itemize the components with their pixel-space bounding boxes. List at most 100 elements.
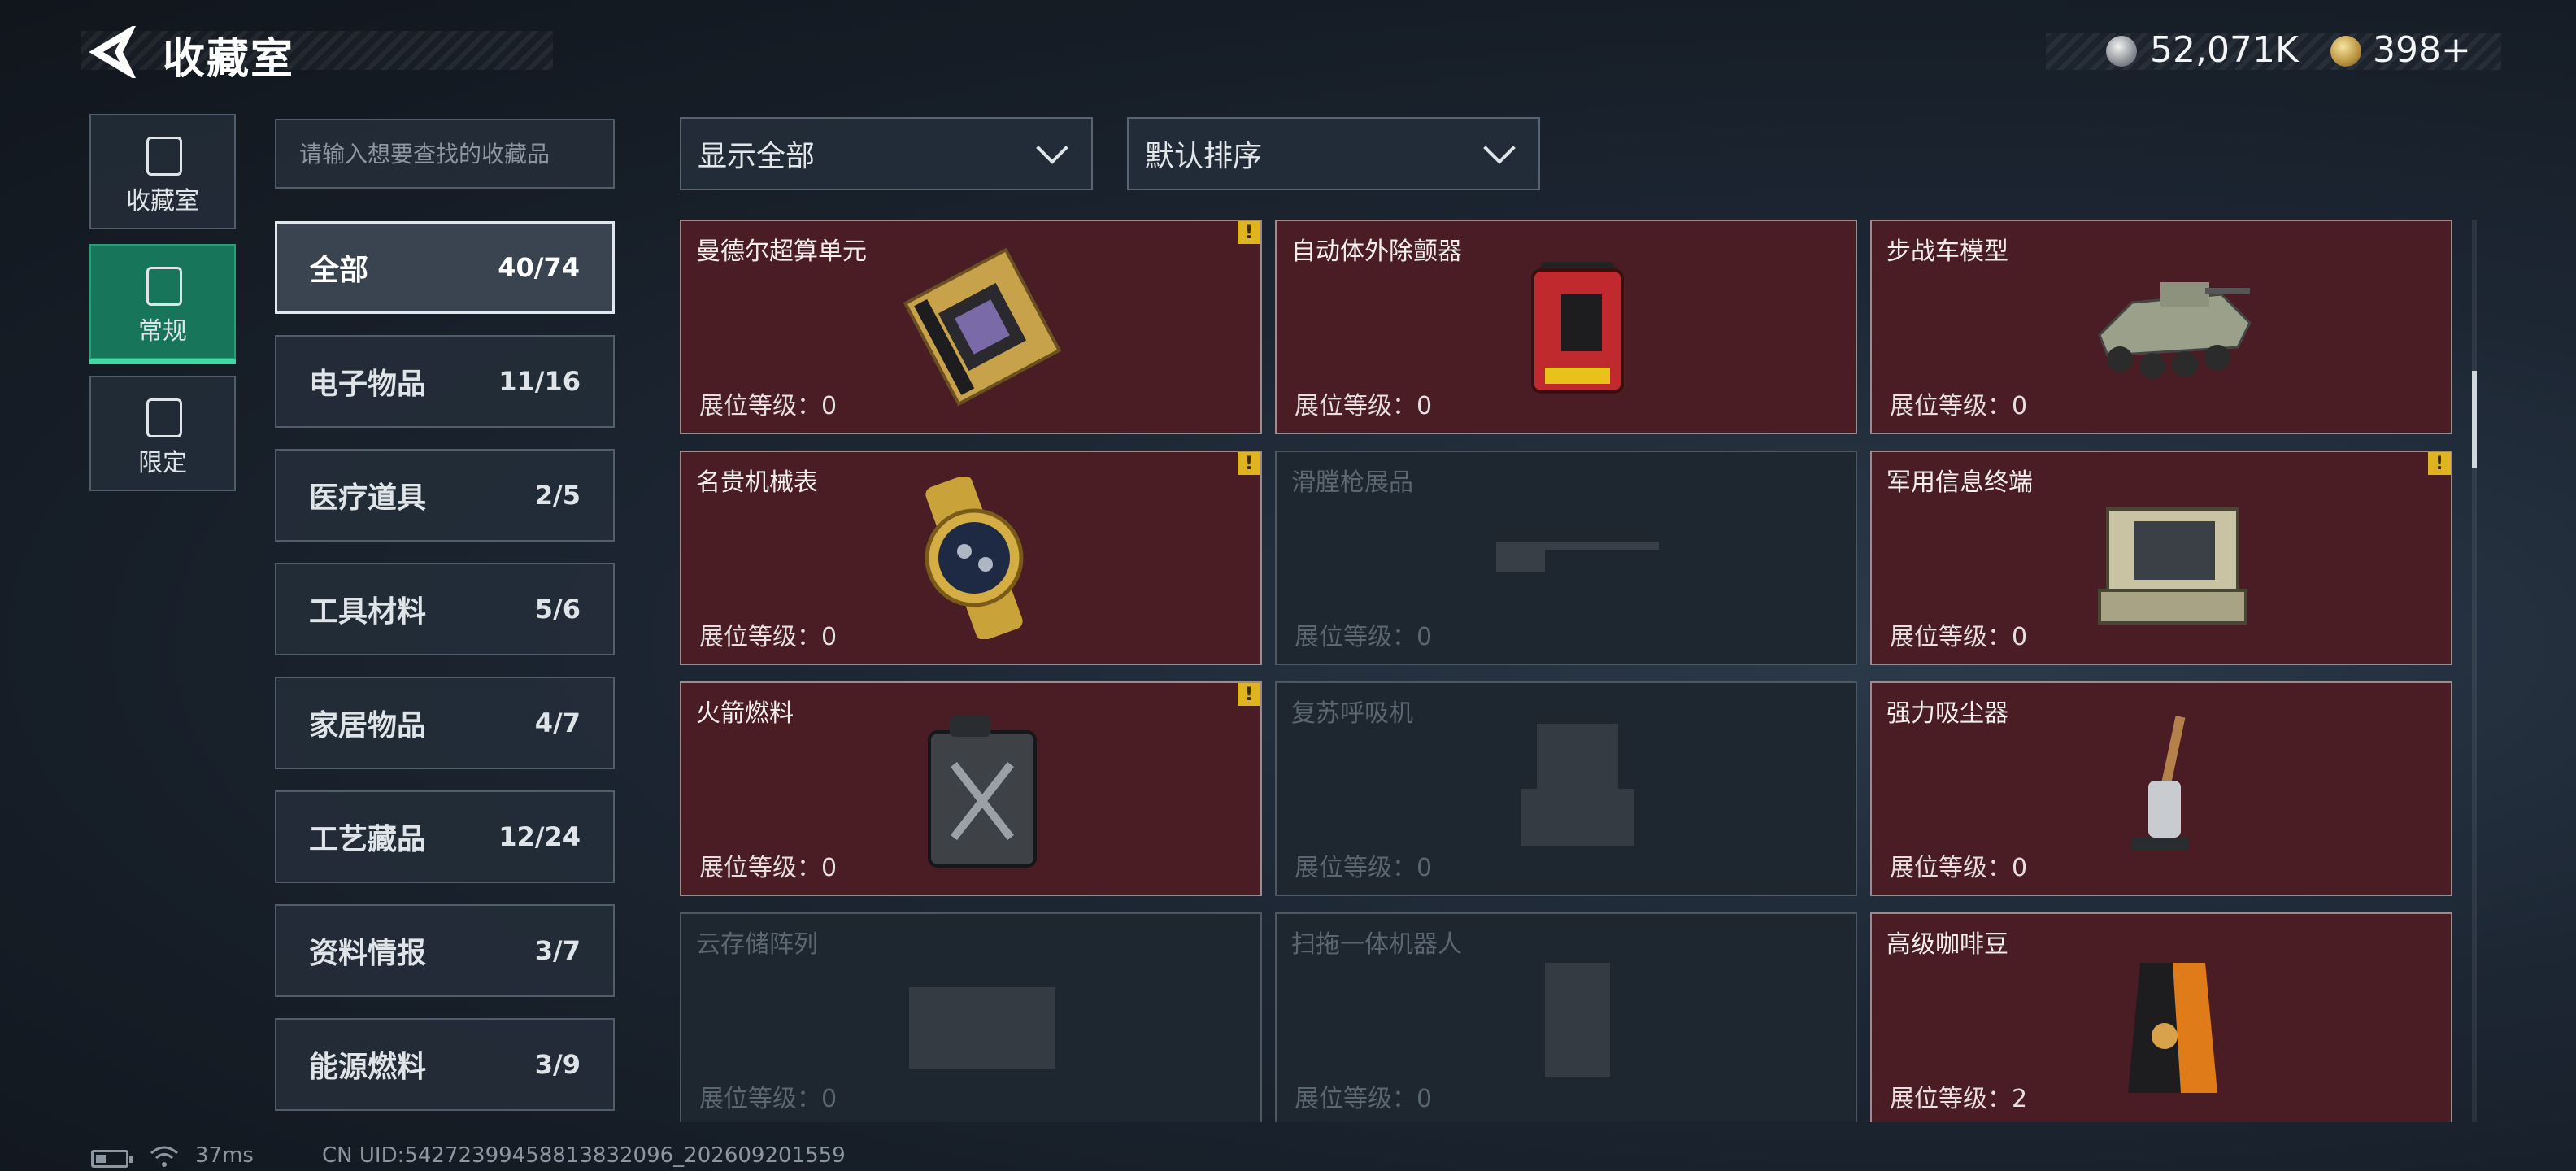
booth-level-label: 展位等级： xyxy=(1890,1085,2012,1113)
booth-level: 展位等级：0 xyxy=(699,616,837,652)
category-count: 3/9 xyxy=(534,1049,581,1080)
booth-level-label: 展位等级： xyxy=(1295,623,1416,651)
booth-level-value: 0 xyxy=(2012,392,2028,420)
booth-level-value: 0 xyxy=(821,854,838,882)
category-crafts[interactable]: 工艺藏品 12/24 xyxy=(275,790,615,883)
chevron-down-icon xyxy=(1483,132,1516,164)
silver-currency-value[interactable]: 52,071K xyxy=(2150,29,2299,71)
collectible-card[interactable]: 自动体外除颤器展位等级：0 xyxy=(1275,220,1857,434)
collectible-name: 火箭燃料 xyxy=(696,699,794,728)
collectible-card[interactable]: 曼德尔超算单元 展位等级：0! xyxy=(680,220,1262,434)
collectible-card[interactable]: 军用信息终端 展位等级：0! xyxy=(1870,451,2452,665)
category-fuel[interactable]: 能源燃料 3/9 xyxy=(275,1018,615,1111)
booth-level: 展位等级：0 xyxy=(1890,847,2027,883)
booth-level-label: 展位等级： xyxy=(1890,623,2012,651)
category-intel[interactable]: 资料情报 3/7 xyxy=(275,904,615,997)
collectible-card[interactable]: 名贵机械表展位等级：0! xyxy=(680,451,1262,665)
vnav-limited[interactable]: 限定 xyxy=(89,376,236,491)
category-all[interactable]: 全部 40/74 xyxy=(275,221,615,314)
page-title: 收藏室 xyxy=(163,35,295,84)
collectible-image-robot xyxy=(1488,938,1667,1101)
collectible-name: 强力吸尘器 xyxy=(1886,699,2008,728)
booth-level: 展位等级：0 xyxy=(1295,616,1432,652)
display-filter-dropdown[interactable]: 显示全部 xyxy=(680,117,1093,190)
booth-level: 展位等级：0 xyxy=(699,847,837,883)
category-medical[interactable]: 医疗道具 2/5 xyxy=(275,449,615,542)
gold-currency-value[interactable]: 398+ xyxy=(2373,29,2471,71)
header-stripe xyxy=(81,31,553,70)
booth-level-label: 展位等级： xyxy=(1295,1085,1416,1113)
category-label: 电子物品 xyxy=(309,368,427,401)
category-label: 工艺藏品 xyxy=(309,823,427,856)
booth-level-value: 0 xyxy=(1416,1085,1433,1113)
vnav-label: 常规 xyxy=(138,317,187,346)
alert-badge-icon: ! xyxy=(1238,683,1260,706)
scrollbar-track[interactable] xyxy=(2472,220,2477,1122)
category-tools[interactable]: 工具材料 5/6 xyxy=(275,563,615,655)
booth-level: 展位等级：0 xyxy=(1890,616,2027,652)
booth-level-value: 0 xyxy=(2012,623,2028,651)
collectible-card[interactable]: 强力吸尘器展位等级：0 xyxy=(1870,681,2452,896)
vnav-collection-room[interactable]: 收藏室 xyxy=(89,114,236,229)
collectible-grid[interactable]: 曼德尔超算单元 展位等级：0! 自动体外除颤器 展位等级：0 步战车模型 展位等级：0 名贵… xyxy=(680,220,2461,1122)
booth-level-value: 0 xyxy=(821,1085,838,1113)
collectible-name: 曼德尔超算单元 xyxy=(696,237,867,266)
collectible-image-coffee xyxy=(2083,938,2262,1101)
vnav-regular[interactable]: 常规 xyxy=(89,244,236,364)
collectible-card[interactable]: 步战车模型 展位等级：0 xyxy=(1870,220,2452,434)
booth-level-label: 展位等级： xyxy=(1295,854,1416,882)
alert-badge-icon: ! xyxy=(1238,452,1260,475)
collectible-name: 云存储阵列 xyxy=(696,930,818,959)
category-electronics[interactable]: 电子物品 11/16 xyxy=(275,335,615,428)
collectible-card[interactable]: 高级咖啡豆 展位等级：2 xyxy=(1870,912,2452,1122)
back-button[interactable] xyxy=(88,23,137,81)
limited-icon xyxy=(146,398,182,437)
category-label: 能源燃料 xyxy=(309,1051,427,1084)
collectible-image-vacuum xyxy=(2083,707,2262,870)
dropdown-value: 显示全部 xyxy=(698,140,816,173)
category-label: 医疗道具 xyxy=(309,481,427,515)
category-label: 工具材料 xyxy=(309,595,427,629)
regular-icon xyxy=(146,267,182,306)
sort-dropdown[interactable]: 默认排序 xyxy=(1127,117,1540,190)
booth-level: 展位等级：0 xyxy=(699,1078,837,1114)
search-input[interactable] xyxy=(276,120,613,187)
booth-level-value: 0 xyxy=(1416,392,1433,420)
collectible-name: 扫拖一体机器人 xyxy=(1291,930,1462,959)
collectible-name: 复苏呼吸机 xyxy=(1291,699,1413,728)
ping-readout: 37ms xyxy=(195,1143,254,1168)
booth-level-label: 展位等级： xyxy=(699,623,821,651)
category-count: 3/7 xyxy=(534,935,581,966)
category-label: 资料情报 xyxy=(309,937,427,970)
collectible-image-defib xyxy=(1488,246,1667,408)
scrollbar-thumb[interactable] xyxy=(2472,371,2477,468)
collectible-image-tank xyxy=(2083,246,2262,408)
collection-room-icon xyxy=(146,137,182,176)
gold-coin-icon xyxy=(2330,36,2361,67)
booth-level-label: 展位等级： xyxy=(699,854,821,882)
booth-level: 展位等级：0 xyxy=(1295,847,1432,883)
category-label: 家居物品 xyxy=(309,709,427,742)
collectible-name: 高级咖啡豆 xyxy=(1886,930,2008,959)
booth-level-value: 0 xyxy=(1416,623,1433,651)
collectible-card[interactable]: 滑膛枪展品 展位等级：0 xyxy=(1275,451,1857,665)
category-count: 5/6 xyxy=(534,594,581,625)
collectible-card[interactable]: 扫拖一体机器人展位等级：0 xyxy=(1275,912,1857,1122)
collectible-card[interactable]: 火箭燃料展位等级：0! xyxy=(680,681,1262,896)
booth-level-label: 展位等级： xyxy=(699,392,821,420)
category-count: 2/5 xyxy=(534,480,581,511)
category-count: 11/16 xyxy=(498,366,581,397)
wifi-icon xyxy=(150,1146,178,1167)
collectible-card[interactable]: 云存储阵列展位等级：0 xyxy=(680,912,1262,1122)
category-count: 40/74 xyxy=(498,252,580,283)
booth-level-label: 展位等级： xyxy=(1295,392,1416,420)
booth-level-value: 0 xyxy=(2012,854,2028,882)
search-box[interactable] xyxy=(275,119,615,189)
category-count: 4/7 xyxy=(534,707,581,738)
collectible-card[interactable]: 复苏呼吸机展位等级：0 xyxy=(1275,681,1857,896)
category-household[interactable]: 家居物品 4/7 xyxy=(275,677,615,769)
collectible-name: 名贵机械表 xyxy=(696,468,818,497)
booth-level: 展位等级：0 xyxy=(1295,1078,1432,1114)
collectible-name: 自动体外除颤器 xyxy=(1291,237,1462,266)
collectible-image-watch xyxy=(893,475,1072,641)
